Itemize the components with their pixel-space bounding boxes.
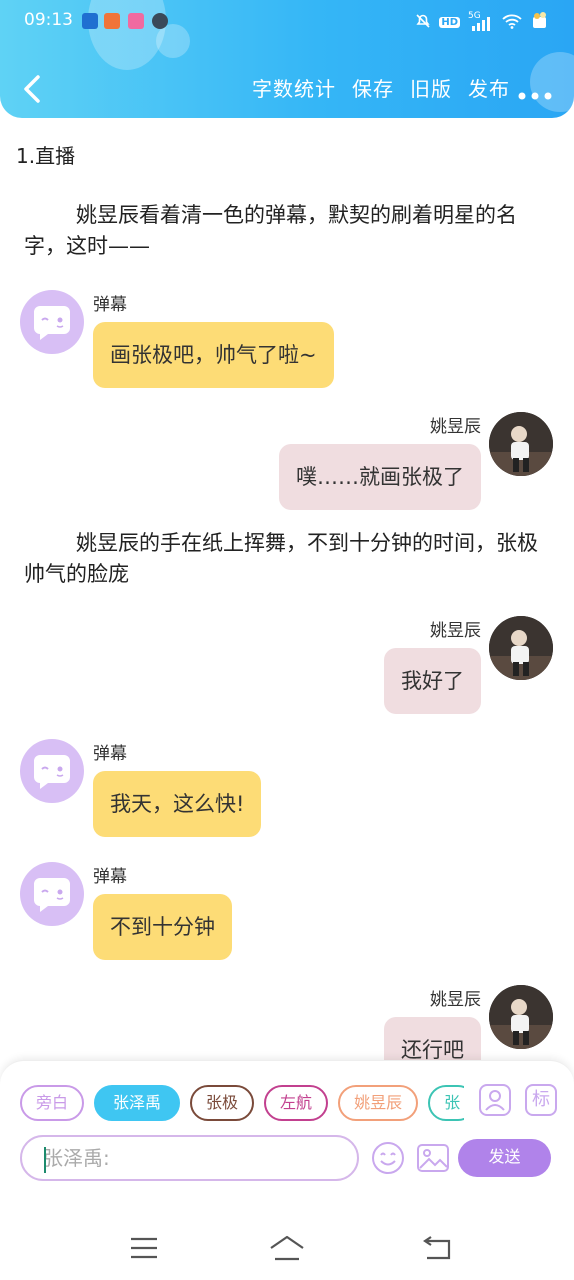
status-time: 09:13 xyxy=(24,10,73,30)
mute-icon xyxy=(415,13,431,32)
message-bubble[interactable]: 画张极吧，帅气了啦~ xyxy=(93,322,334,388)
notification-icon xyxy=(128,13,144,29)
speaker-name: 姚昱辰 xyxy=(430,990,481,1010)
user-avatar xyxy=(489,412,553,476)
hd-icon: HD xyxy=(439,17,460,28)
publish-button[interactable]: 发布 xyxy=(468,73,510,102)
role-chip-list: 旁白 张泽禹 张极 左航 姚昱辰张 xyxy=(20,1085,464,1123)
role-chip-more[interactable]: 张 xyxy=(428,1085,464,1121)
more-options-icon[interactable] xyxy=(518,85,552,100)
role-chip-zhangji[interactable]: 张极 xyxy=(190,1085,255,1121)
composer-panel: 旁白张泽禹张极左航姚昱辰张 标 发送 xyxy=(0,1060,574,1214)
word-count-button[interactable]: 字数统计 xyxy=(252,73,336,102)
message-input-box[interactable] xyxy=(20,1135,359,1181)
character-icon[interactable] xyxy=(478,1083,512,1117)
user-avatar xyxy=(489,985,553,1049)
save-button[interactable]: 保存 xyxy=(352,73,394,102)
role-chip-zuohang[interactable]: 左航 xyxy=(264,1085,329,1121)
speaker-name: 姚昱辰 xyxy=(430,417,481,437)
message-input[interactable] xyxy=(43,1137,343,1179)
chat-notification-icon xyxy=(152,13,168,29)
back-icon[interactable] xyxy=(417,1233,457,1263)
image-icon[interactable] xyxy=(416,1141,450,1175)
narration-paragraph: 姚昱辰的手在纸上挥舞，不到十分钟的时间，张极帅气的脸庞 xyxy=(24,531,538,586)
tag-icon[interactable]: 标 xyxy=(524,1083,558,1117)
narration-paragraph: 姚昱辰看着清一色的弹幕，默契的刷着明星的名字，这时—— xyxy=(24,203,517,258)
top-bar: 09:13 HD 5G 字数统计 保存 旧版 发布 xyxy=(0,0,574,118)
home-icon[interactable] xyxy=(267,1233,307,1263)
danmaku-avatar-icon xyxy=(20,739,84,803)
story-content: 1.直播 姚昱辰看着清一色的弹幕，默契的刷着明星的名字，这时—— 弹幕 画张极吧… xyxy=(0,118,574,1060)
speaker-name: 姚昱辰 xyxy=(430,621,481,641)
menu-icon[interactable] xyxy=(124,1233,164,1263)
status-bar: 09:13 HD 5G xyxy=(24,10,550,34)
send-button[interactable]: 发送 xyxy=(458,1139,551,1177)
signal-icon: 5G xyxy=(468,11,494,31)
danmaku-avatar-icon xyxy=(20,290,84,354)
message-bubble[interactable]: 我好了 xyxy=(384,648,481,714)
back-arrow-icon[interactable] xyxy=(20,74,44,104)
message-bubble[interactable]: 噗……就画张极了 xyxy=(279,444,481,510)
speaker-name: 弹幕 xyxy=(93,867,127,887)
chapter-title: 1.直播 xyxy=(16,144,76,168)
user-avatar xyxy=(489,616,553,680)
speaker-name: 弹幕 xyxy=(93,744,127,764)
danmaku-avatar-icon xyxy=(20,862,84,926)
text-caret xyxy=(44,1147,46,1173)
notification-icon xyxy=(104,13,120,29)
role-chip-yaoyuchen[interactable]: 姚昱辰 xyxy=(338,1085,419,1121)
role-chip-zhangzeyu[interactable]: 张泽禹 xyxy=(94,1085,181,1121)
notification-icon xyxy=(82,13,98,29)
old-version-button[interactable]: 旧版 xyxy=(410,73,452,102)
message-bubble[interactable]: 还行吧 xyxy=(384,1017,481,1060)
role-chip-narration[interactable]: 旁白 xyxy=(20,1085,85,1121)
wifi-icon xyxy=(502,13,522,32)
system-nav-bar xyxy=(0,1214,574,1280)
message-bubble[interactable]: 不到十分钟 xyxy=(93,894,232,960)
battery-icon xyxy=(530,12,550,33)
speaker-name: 弹幕 xyxy=(93,295,127,315)
header-actions: 字数统计 保存 旧版 发布 xyxy=(252,73,510,102)
message-bubble[interactable]: 我天，这么快! xyxy=(93,771,262,837)
emoji-icon[interactable] xyxy=(371,1141,405,1175)
